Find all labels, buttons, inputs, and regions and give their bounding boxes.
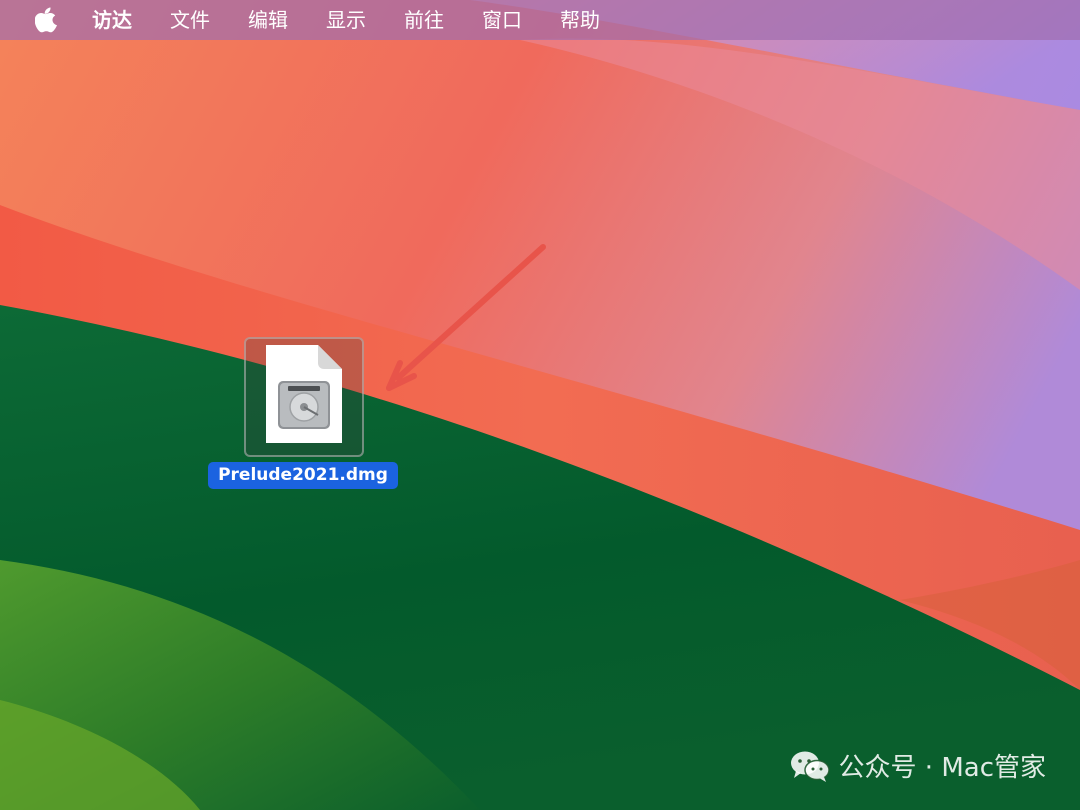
watermark: 公众号 · Mac管家 bbox=[789, 747, 1046, 784]
dmg-file-icon[interactable] bbox=[244, 337, 364, 457]
disk-image-icon bbox=[266, 345, 342, 443]
wechat-icon bbox=[790, 751, 830, 782]
desktop[interactable]: 访达 文件 编辑 显示 前往 窗口 帮助 Prelude2021.dmg 公众号… bbox=[0, 0, 1080, 810]
watermark-text: 公众号 · Mac管家 bbox=[838, 753, 1046, 783]
file-name-label[interactable]: Prelude2021.dmg bbox=[208, 462, 398, 489]
menu-help[interactable]: 帮助 bbox=[560, 0, 600, 40]
menu-app-finder[interactable]: 访达 bbox=[92, 0, 132, 40]
menu-go[interactable]: 前往 bbox=[404, 0, 444, 40]
menu-file[interactable]: 文件 bbox=[170, 0, 210, 40]
menu-edit[interactable]: 编辑 bbox=[248, 0, 288, 40]
wallpaper bbox=[0, 0, 1080, 810]
menu-window[interactable]: 窗口 bbox=[482, 0, 522, 40]
menu-view[interactable]: 显示 bbox=[326, 0, 366, 40]
apple-logo-icon[interactable] bbox=[34, 6, 58, 34]
menu-bar: 访达 文件 编辑 显示 前往 窗口 帮助 bbox=[0, 0, 1080, 40]
